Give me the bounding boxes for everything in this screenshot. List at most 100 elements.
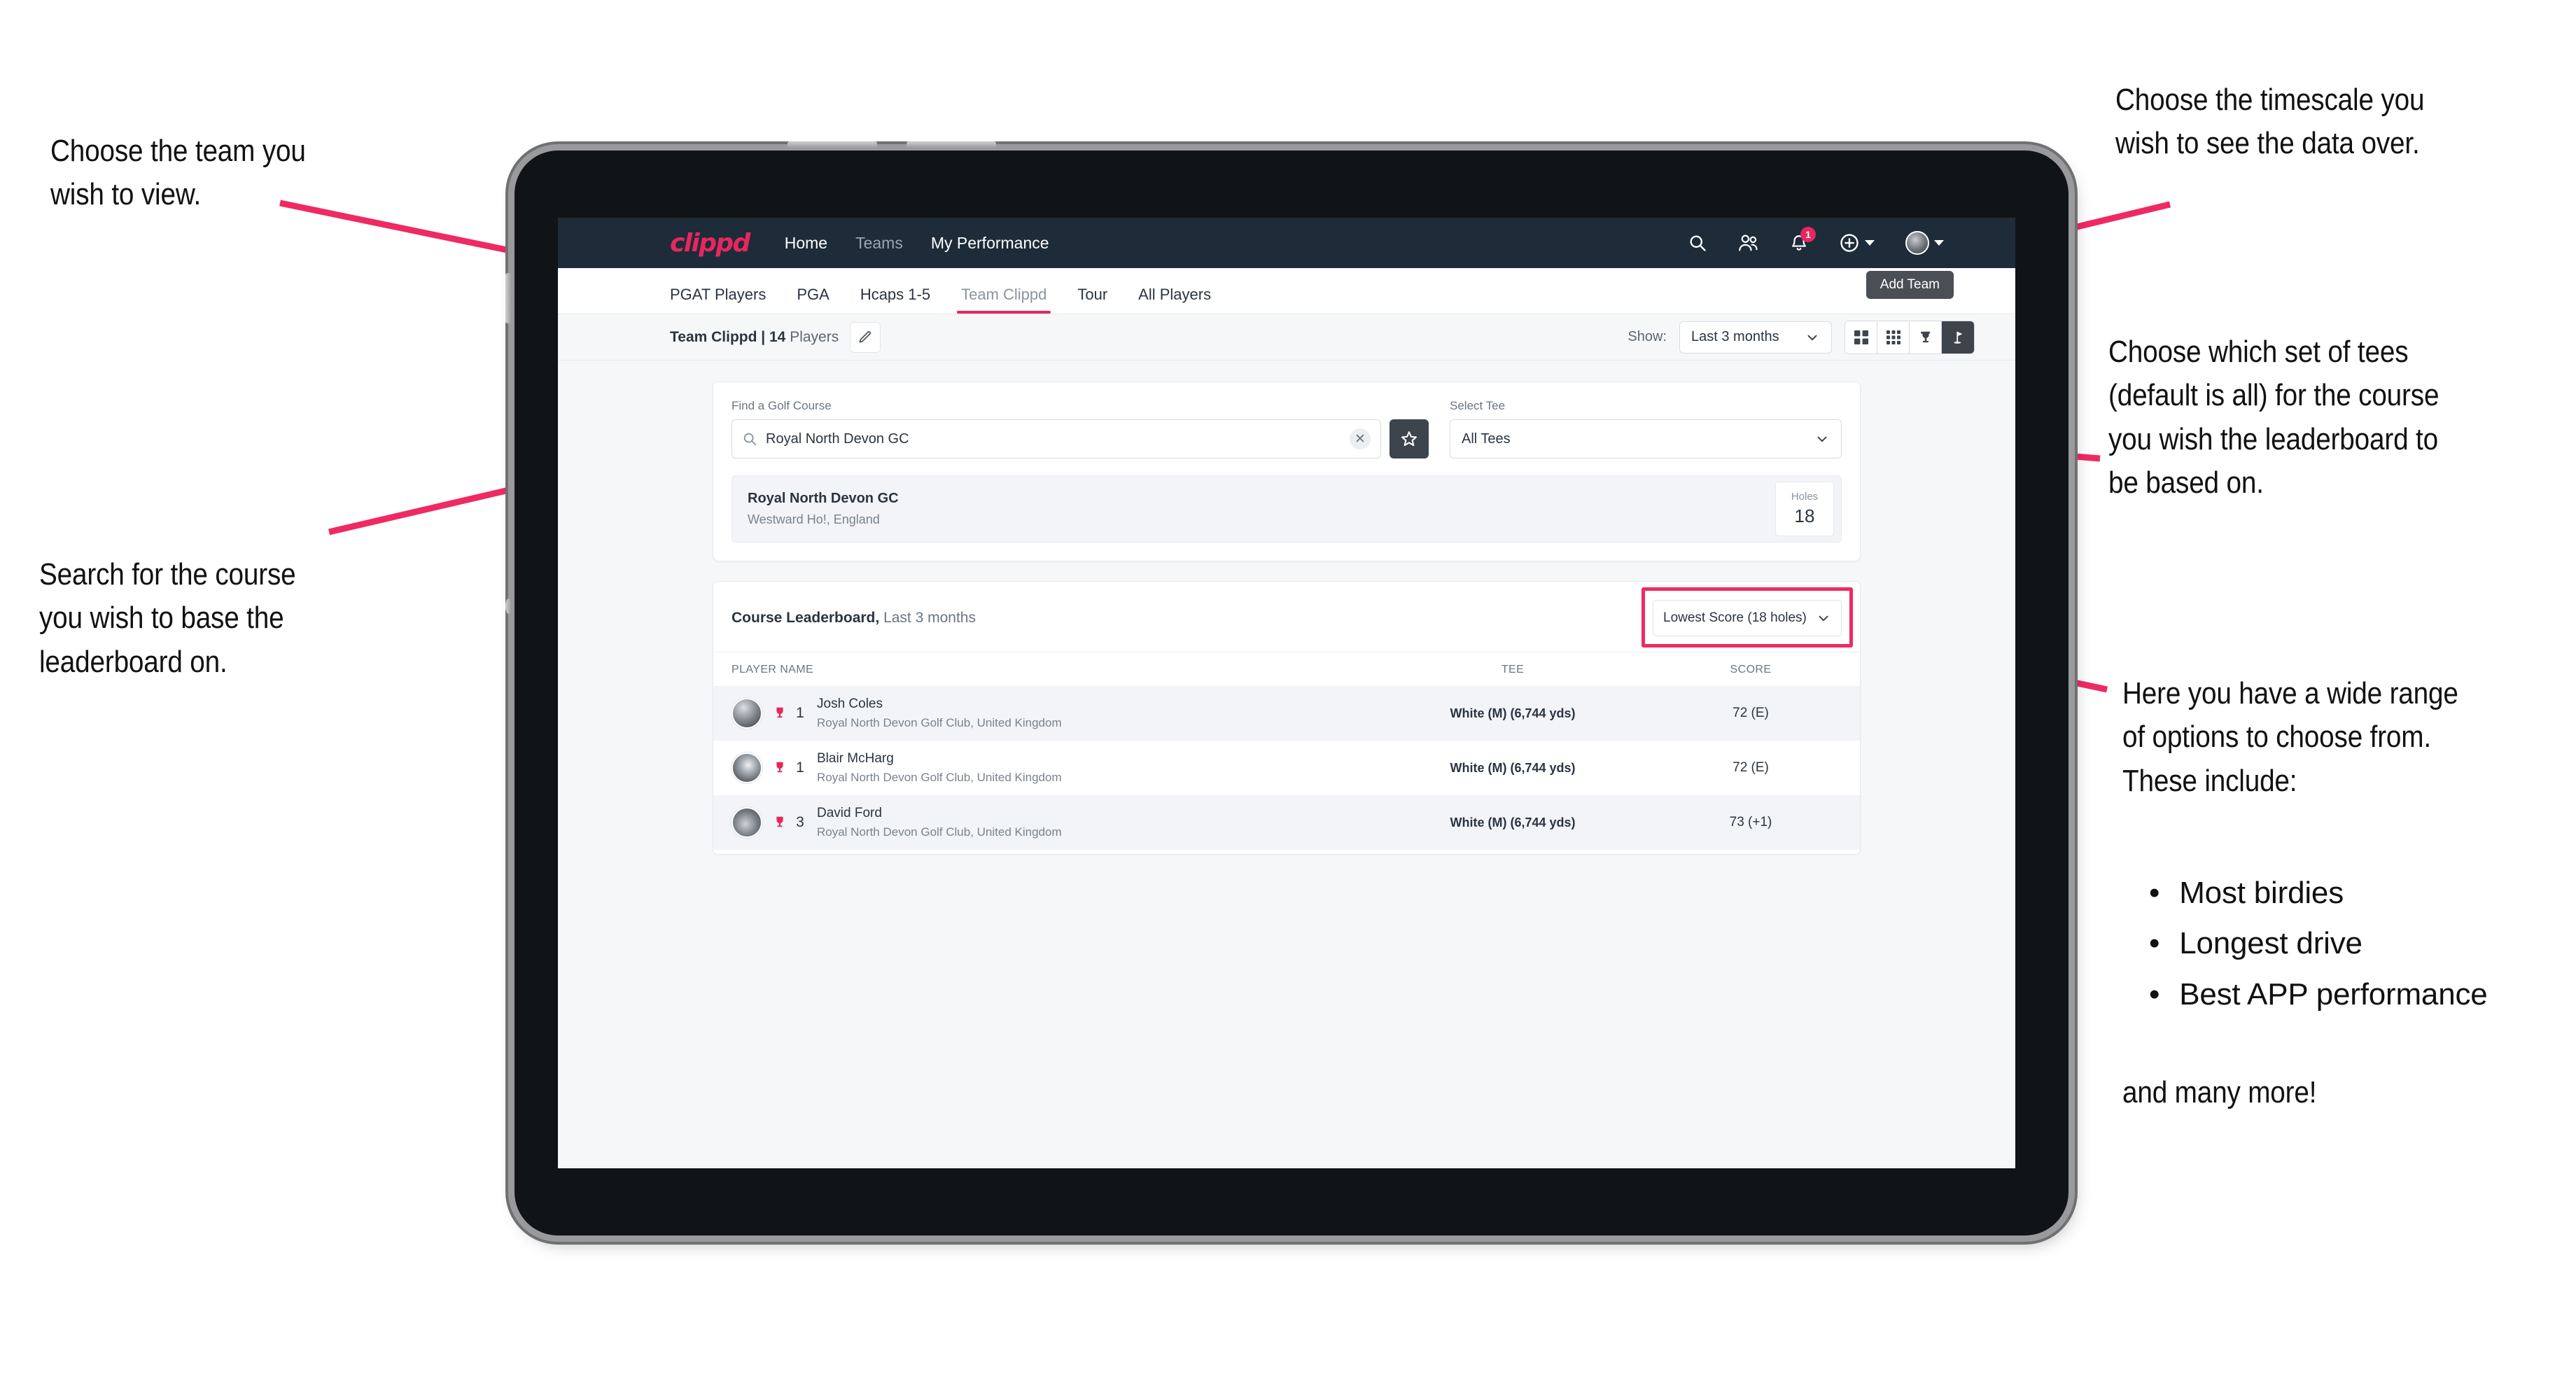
golf-flag-icon[interactable] <box>1942 321 1974 354</box>
avatar <box>732 807 762 838</box>
player-score: 72 (E) <box>1732 760 1769 775</box>
leaderboard-column-headers: PLAYER NAME TEE SCORE <box>713 652 1860 686</box>
column-header-score: SCORE <box>1730 664 1772 676</box>
page-root: Choose the team you wish to view. Search… <box>0 0 2576 1386</box>
team-summary: Team Clippd | 14 Players <box>670 329 839 346</box>
player-info: Josh Coles Royal North Devon Golf Club, … <box>817 696 1062 730</box>
player-cell: 1 Josh Coles Royal North Devon Golf Club… <box>732 696 1366 730</box>
tee-select-label: Select Tee <box>1450 399 1506 412</box>
trophy-icon <box>776 707 783 718</box>
timescale-select[interactable]: Last 3 months <box>1679 321 1832 354</box>
player-cell: 1 Blair McHarg Royal North Devon Golf Cl… <box>732 751 1366 785</box>
tab-tour[interactable]: Tour <box>1062 286 1123 314</box>
trophy-icon[interactable] <box>1910 321 1942 354</box>
rank-group: 1 <box>772 760 806 776</box>
edit-team-button[interactable] <box>850 321 881 353</box>
tab-hcaps-1-5[interactable]: Hcaps 1-5 <box>845 286 946 314</box>
leaderboard-title: Course Leaderboard, Last 3 months <box>732 610 976 626</box>
table-row[interactable]: 1 Blair McHarg Royal North Devon Golf Cl… <box>713 741 1860 795</box>
leaderboard-header: Course Leaderboard, Last 3 months Lowest… <box>713 582 1860 652</box>
primary-nav: Home Teams My Performance <box>785 234 1049 253</box>
view-mode-group <box>1844 320 1975 354</box>
tablet-screen: clippd Home Teams My Performance 1 Add T… <box>558 218 2015 1168</box>
player-club: Royal North Devon Golf Club, United King… <box>817 771 1062 784</box>
player-club: Royal North Devon Golf Club, United King… <box>817 825 1062 839</box>
app-navbar: clippd Home Teams My Performance 1 <box>558 218 2015 268</box>
annotation-choose-team: Choose the team you wish to view. <box>50 134 306 212</box>
search-icon <box>743 433 757 446</box>
chevron-down-icon <box>1807 335 1817 340</box>
team-toolbar: Team Clippd | 14 Players Show: Last 3 mo… <box>558 314 2015 360</box>
tee-select-value: All Tees <box>1462 430 1511 447</box>
bell-icon[interactable]: 1 <box>1790 227 1816 253</box>
rank-value: 1 <box>796 760 804 776</box>
list-item-label: Most birdies <box>2179 876 2344 910</box>
tab-pga[interactable]: PGA <box>781 286 844 314</box>
tab-team-clippd[interactable]: Team Clippd <box>946 286 1062 314</box>
leaderboard-title-sub: Last 3 months <box>879 610 976 626</box>
team-tabs: PGAT Players PGA Hcaps 1-5 Team Clippd T… <box>558 268 2015 314</box>
rank-group: 3 <box>772 814 806 831</box>
leaderboard-title-main: Course Leaderboard, <box>732 610 880 626</box>
grid-2x2-icon[interactable] <box>1845 321 1877 354</box>
team-name: Team Clippd <box>670 328 757 345</box>
course-result-name: Royal North Devon GC <box>748 491 899 506</box>
course-result-location: Westward Ho!, England <box>748 512 880 526</box>
player-cell: 3 David Ford Royal North Devon Golf Club… <box>732 806 1366 839</box>
nav-link-teams[interactable]: Teams <box>855 234 903 253</box>
bullet-icon: • <box>2149 976 2160 1011</box>
course-search-card: Find a Golf Course Royal North Devon GC … <box>713 382 1861 561</box>
search-fields-row: Find a Golf Course Royal North Devon GC … <box>732 399 1842 458</box>
player-name: Blair McHarg <box>817 751 894 766</box>
annotation-search-course: Search for the course you wish to base t… <box>39 557 296 679</box>
annotation-choose-tees: Choose which set of tees (default is all… <box>2108 335 2440 500</box>
nav-link-my-performance[interactable]: My Performance <box>931 234 1049 253</box>
avatar-image <box>1905 231 1929 255</box>
column-header-player-name: PLAYER NAME <box>732 664 814 676</box>
player-score: 72 (E) <box>1732 706 1769 720</box>
nav-actions: 1 <box>1688 227 1993 255</box>
player-score: 73 (+1) <box>1729 815 1772 830</box>
holes-value: 18 <box>1794 505 1815 526</box>
bullet-icon: • <box>2149 876 2160 910</box>
player-info: Blair McHarg Royal North Devon Golf Club… <box>817 751 1062 785</box>
chevron-down-icon <box>1865 240 1875 246</box>
brand-logo[interactable]: clippd <box>670 229 750 258</box>
chevron-down-icon <box>1934 240 1944 246</box>
tee-select[interactable]: All Tees <box>1450 419 1842 458</box>
rank-value: 3 <box>796 814 804 830</box>
player-tee: White (M) (6,744 yds) <box>1450 815 1576 830</box>
nav-link-home[interactable]: Home <box>785 234 827 253</box>
table-row[interactable]: 1 Josh Coles Royal North Devon Golf Club… <box>713 686 1860 741</box>
tab-pgat-players[interactable]: PGAT Players <box>670 286 781 314</box>
chevron-down-icon <box>1817 436 1827 442</box>
annotation-options-intro: Here you have a wide range of options to… <box>2122 676 2458 798</box>
grid-3x3-icon[interactable] <box>1877 321 1910 354</box>
trophy-icon <box>776 816 783 827</box>
leaderboard-sort-select[interactable]: Lowest Score (18 holes) <box>1653 600 1842 636</box>
player-club: Royal North Devon Golf Club, United King… <box>817 716 1062 729</box>
player-tee: White (M) (6,744 yds) <box>1450 706 1576 720</box>
rank-group: 1 <box>772 705 806 722</box>
table-row[interactable]: 3 David Ford Royal North Devon Golf Club… <box>713 795 1860 850</box>
search-input[interactable]: Royal North Devon GC ✕ <box>732 419 1381 458</box>
trophy-icon <box>776 762 783 773</box>
close-icon[interactable]: ✕ <box>1350 428 1371 449</box>
avatar[interactable] <box>1905 231 1944 255</box>
course-result-row[interactable]: Royal North Devon GC Westward Ho!, Engla… <box>732 475 1842 542</box>
tab-all-players[interactable]: All Players <box>1123 286 1226 314</box>
people-icon[interactable] <box>1738 233 1759 253</box>
favourite-button[interactable] <box>1390 419 1429 458</box>
column-header-tee: TEE <box>1501 664 1525 676</box>
power-button[interactable] <box>505 273 512 323</box>
annotation-options-outro: and many more! <box>2122 1075 2317 1110</box>
avatar <box>732 698 762 729</box>
annotation-options-list: • Most birdies • Longest drive • Best AP… <box>2149 872 2576 1011</box>
search-icon[interactable] <box>1688 233 1707 253</box>
chevron-down-icon <box>1819 615 1828 622</box>
plus-circle-icon[interactable] <box>1839 232 1875 253</box>
team-separator: | <box>757 328 769 345</box>
bullet-icon: • <box>2149 926 2160 961</box>
search-input-value: Royal North Devon GC <box>766 430 909 447</box>
player-info: David Ford Royal North Devon Golf Club, … <box>817 806 1062 839</box>
